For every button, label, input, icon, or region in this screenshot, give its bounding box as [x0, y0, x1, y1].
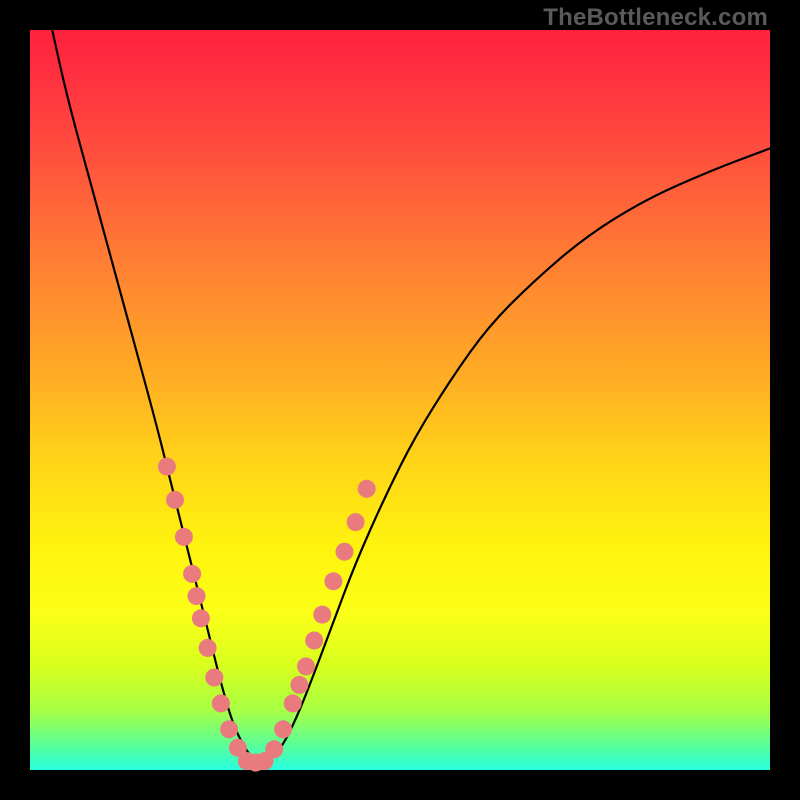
- marker-dot: [220, 720, 238, 738]
- marker-dot: [205, 669, 223, 687]
- marker-dot: [158, 458, 176, 476]
- marker-dot: [188, 587, 206, 605]
- marker-dot: [192, 609, 210, 627]
- marker-dot: [336, 543, 354, 561]
- bottleneck-curve: [52, 30, 770, 763]
- highlight-markers: [158, 458, 376, 772]
- marker-dot: [284, 694, 302, 712]
- marker-dot: [347, 513, 365, 531]
- marker-dot: [290, 676, 308, 694]
- marker-dot: [324, 572, 342, 590]
- marker-dot: [305, 632, 323, 650]
- marker-dot: [313, 606, 331, 624]
- marker-dot: [166, 491, 184, 509]
- marker-dot: [274, 720, 292, 738]
- marker-dot: [297, 657, 315, 675]
- marker-dot: [183, 565, 201, 583]
- marker-dot: [212, 694, 230, 712]
- chart-frame: TheBottleneck.com: [0, 0, 800, 800]
- marker-dot: [175, 528, 193, 546]
- chart-svg: [30, 30, 770, 770]
- plot-area: [30, 30, 770, 770]
- watermark-text: TheBottleneck.com: [543, 4, 768, 32]
- marker-dot: [199, 639, 217, 657]
- marker-dot: [358, 480, 376, 498]
- marker-dot: [265, 740, 283, 758]
